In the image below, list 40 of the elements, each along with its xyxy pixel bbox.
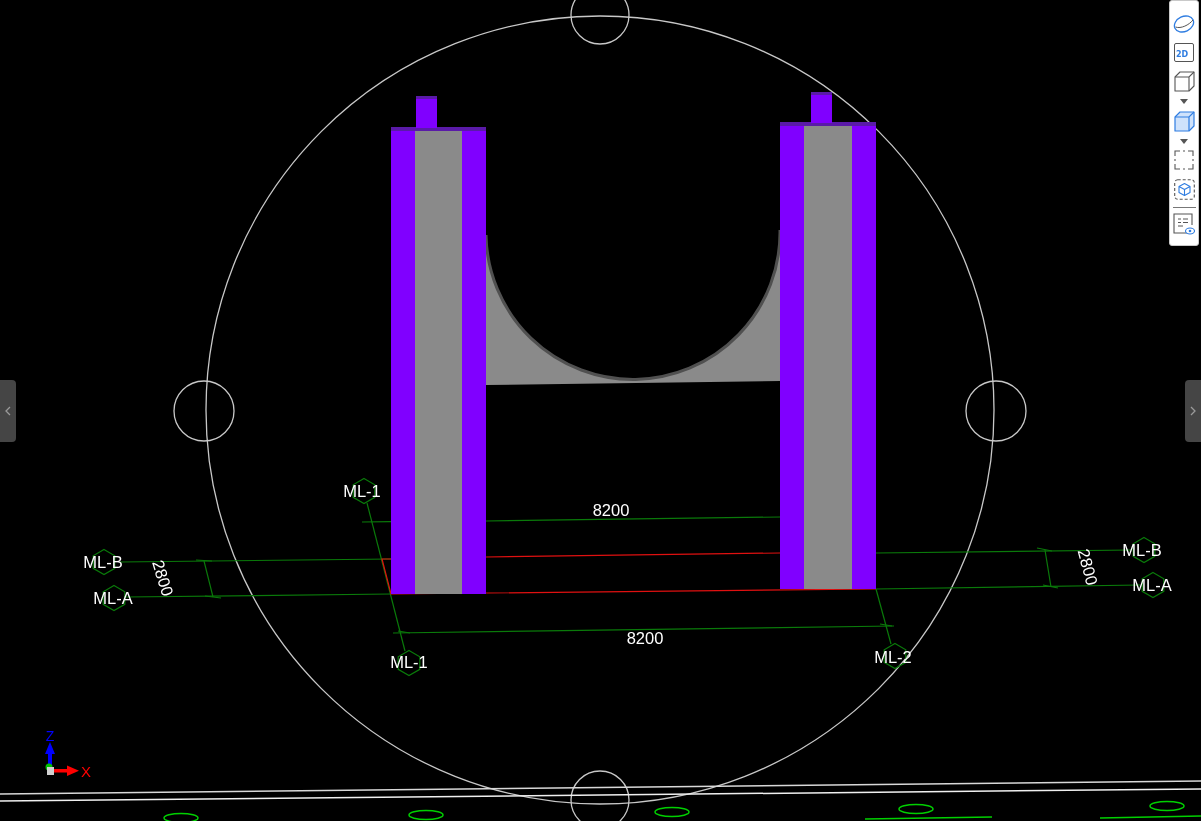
frame-corners-icon xyxy=(1174,150,1194,170)
axis-label: X xyxy=(81,763,91,780)
chevron-right-icon xyxy=(1190,406,1196,416)
column-stub xyxy=(811,92,832,123)
cube-icon xyxy=(1173,71,1195,92)
dropdown-toggle[interactable] xyxy=(1180,139,1188,144)
grid-bubble xyxy=(654,806,690,818)
dimension-line xyxy=(1036,547,1059,589)
column-stub xyxy=(416,96,437,128)
document-eye-icon xyxy=(1173,213,1195,236)
view-2d-button[interactable]: 2D xyxy=(1174,43,1194,62)
caret-icon xyxy=(1180,99,1188,104)
side-panel-handle[interactable] xyxy=(0,380,16,442)
wireframe-view-button[interactable] xyxy=(1173,71,1195,92)
fit-view-button[interactable] xyxy=(1174,150,1194,170)
dimension-line xyxy=(195,559,222,599)
orbit-icon xyxy=(1173,14,1195,34)
marker-circle xyxy=(965,380,1027,442)
grid-bubble xyxy=(1149,800,1185,812)
x-axis-arrow xyxy=(53,765,79,776)
dimension-text: 8200 xyxy=(592,501,630,519)
axis-label: Z xyxy=(45,728,55,744)
dashed-cube-icon xyxy=(1173,179,1195,200)
properties-button[interactable] xyxy=(1173,213,1195,236)
marker-circle xyxy=(173,380,235,442)
cube-icon xyxy=(1173,111,1195,132)
chevron-left-icon xyxy=(5,406,11,416)
dropdown-toggle[interactable] xyxy=(1180,99,1188,104)
orbit-button[interactable] xyxy=(1173,14,1195,34)
dimension-text: 2800 xyxy=(1074,546,1102,588)
shaded-view-button[interactable] xyxy=(1173,111,1195,132)
side-panel-handle[interactable] xyxy=(1185,380,1201,442)
grid-bubble xyxy=(163,812,199,821)
grid-bubble xyxy=(898,803,934,815)
zoom-to-selection-button[interactable] xyxy=(1173,179,1195,200)
caret-icon xyxy=(1180,139,1188,144)
dimension-text: 8200 xyxy=(626,629,664,647)
grid-bubble xyxy=(408,809,444,821)
origin-icon xyxy=(45,763,54,775)
dimension-text: 2800 xyxy=(149,557,177,599)
